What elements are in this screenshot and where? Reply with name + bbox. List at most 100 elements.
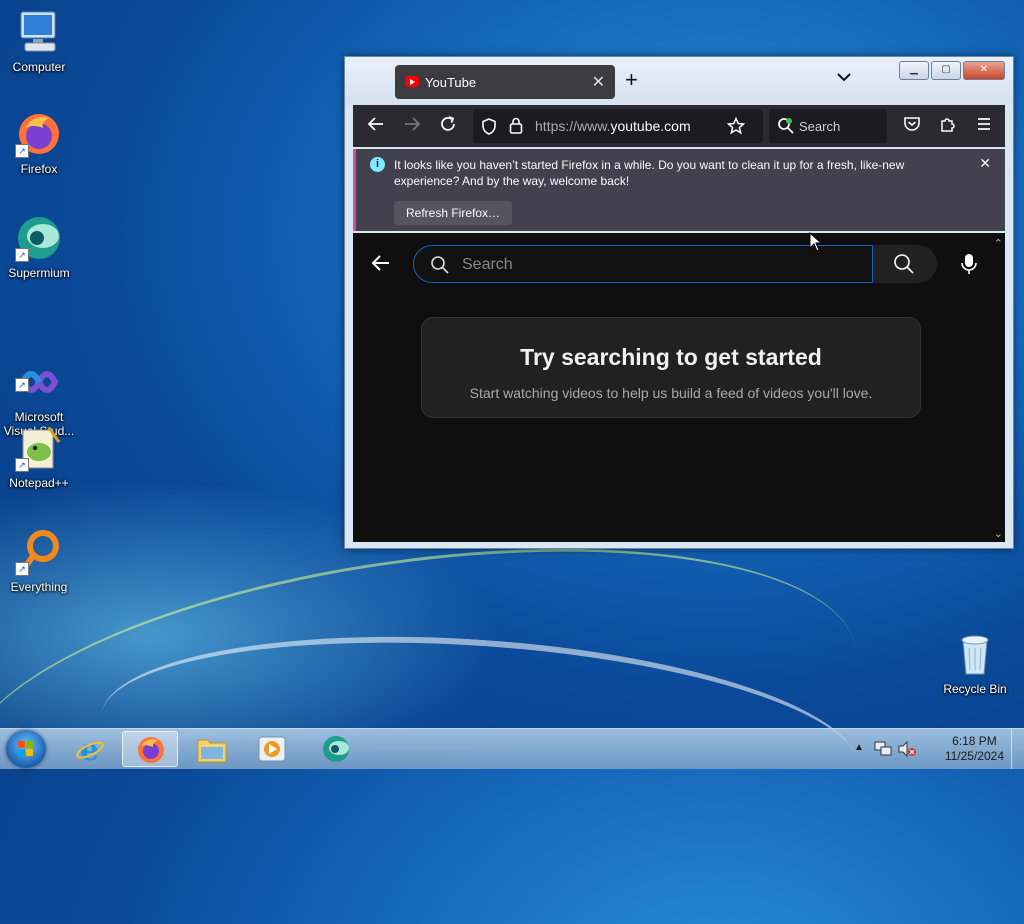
clock-date: 11/25/2024 [944, 749, 1004, 763]
microphone-icon [961, 254, 977, 274]
arrow-left-icon [367, 117, 383, 131]
navigation-toolbar: https://www.youtube.com Search [353, 105, 1005, 147]
taskbar-media-player[interactable] [244, 731, 300, 767]
reload-icon [441, 116, 455, 131]
search-bar[interactable]: Search [769, 109, 887, 143]
show-hidden-icons-chevron-icon[interactable]: ▲ [854, 742, 864, 753]
desktop-icon-label: Recycle Bin [943, 682, 1007, 696]
desktop-icon-recycle-bin[interactable]: Recycle Bin [936, 630, 1014, 696]
back-button[interactable] [367, 115, 385, 138]
clock-time: 6:18 PM [952, 734, 997, 748]
folder-icon [197, 739, 227, 763]
title-bar: YouTube ✕ + ▁ ▢ ✕ [345, 57, 1013, 105]
yt-back-button[interactable] [371, 253, 391, 279]
computer-icon [15, 8, 63, 56]
puzzle-icon [941, 118, 955, 132]
network-icon[interactable] [874, 741, 892, 757]
shortcut-arrow-icon: ↗ [15, 378, 29, 392]
arrow-right-icon [405, 117, 421, 131]
desktop-icon-notepadpp[interactable]: ↗ Notepad++ [0, 424, 78, 490]
info-icon: i [370, 157, 385, 172]
shortcut-arrow-icon: ↗ [15, 458, 29, 472]
yt-search-button[interactable] [873, 245, 937, 283]
volume-muted-icon[interactable] [898, 741, 916, 757]
taskbar-firefox[interactable] [122, 731, 178, 767]
media-player-icon [258, 736, 286, 762]
close-window-button[interactable]: ✕ [963, 61, 1005, 80]
youtube-page: Try searching to get started Start watch… [353, 233, 1005, 542]
maximize-button[interactable]: ▢ [931, 61, 961, 80]
lock-icon[interactable] [509, 117, 523, 134]
shortcut-arrow-icon: ↗ [15, 248, 29, 262]
desktop-icon-everything[interactable]: ↗ Everything [0, 528, 78, 594]
url-text[interactable]: https://www.youtube.com [535, 118, 691, 134]
empty-feed-card: Try searching to get started Start watch… [421, 317, 921, 418]
system-tray: ▲ 6:18 PM 11/25/2024 [854, 729, 1024, 769]
supermium-icon [323, 736, 349, 762]
empty-feed-title: Try searching to get started [520, 344, 822, 370]
arrow-left-icon [371, 255, 389, 271]
youtube-favicon-icon [405, 76, 419, 87]
yt-search-box [413, 245, 873, 283]
notepadpp-icon: ↗ [15, 424, 63, 472]
scroll-up-arrow-icon[interactable]: ⌃ [994, 237, 1003, 250]
show-desktop-button[interactable] [1011, 729, 1024, 769]
minimize-button[interactable]: ▁ [899, 61, 929, 80]
refresh-firefox-button[interactable]: Refresh Firefox… [394, 201, 513, 225]
supermium-icon: ↗ [15, 214, 63, 262]
hamburger-icon [978, 118, 990, 130]
start-button[interactable] [6, 730, 46, 768]
url-bar[interactable]: https://www.youtube.com [473, 109, 763, 143]
empty-feed-subtitle: Start watching videos to help us build a… [469, 385, 873, 401]
everything-icon: ↗ [15, 528, 63, 576]
shortcut-arrow-icon: ↗ [15, 144, 29, 158]
notification-close-icon[interactable]: ✕ [979, 155, 991, 172]
yt-search-input[interactable] [460, 252, 864, 278]
notification-message: It looks like you haven’t started Firefo… [394, 158, 905, 188]
desktop-icon-label: Firefox [20, 162, 58, 176]
chevron-down-icon [837, 73, 851, 82]
pocket-button[interactable] [903, 115, 921, 138]
tab-youtube[interactable]: YouTube ✕ [395, 65, 615, 99]
reload-button[interactable] [439, 115, 457, 138]
desktop-icon-computer[interactable]: Computer [0, 8, 78, 74]
search-icon [894, 254, 914, 274]
tab-close-icon[interactable]: ✕ [592, 72, 605, 92]
desktop-icon-firefox[interactable]: ↗ Firefox [0, 110, 78, 176]
firefox-window: YouTube ✕ + ▁ ▢ ✕ https://www.youtube.co… [344, 56, 1014, 549]
search-engine-icon[interactable] [777, 117, 795, 135]
forward-button[interactable] [403, 115, 421, 138]
search-icon [431, 256, 449, 274]
desktop-icon-label: Notepad++ [9, 476, 69, 490]
extensions-button[interactable] [939, 115, 957, 138]
scroll-down-arrow-icon[interactable]: ⌄ [994, 527, 1003, 540]
bookmark-star-icon[interactable] [727, 117, 745, 135]
taskbar: e ▲ 6:18 PM 11/25/2024 [0, 728, 1024, 769]
desktop-icon-label: Everything [10, 580, 68, 594]
shortcut-arrow-icon: ↗ [15, 562, 29, 576]
desktop-icon-label: Computer [12, 60, 66, 74]
clock[interactable]: 6:18 PM 11/25/2024 [945, 734, 1004, 764]
list-all-tabs-button[interactable] [837, 69, 851, 85]
desktop-icon-supermium[interactable]: ↗ Supermium [0, 214, 78, 280]
firefox-icon: ↗ [15, 110, 63, 158]
internet-explorer-icon: e [76, 734, 104, 764]
taskbar-file-explorer[interactable] [184, 731, 240, 767]
refresh-firefox-notification: i It looks like you haven’t started Fire… [353, 149, 1005, 231]
shield-icon[interactable] [481, 118, 497, 135]
tab-title: YouTube [425, 75, 477, 90]
visual-studio-icon: ↗ [15, 344, 63, 393]
windows-logo-icon [18, 741, 33, 756]
taskbar-internet-explorer[interactable]: e [62, 731, 118, 767]
new-tab-button[interactable]: + [625, 67, 638, 93]
recycle-bin-icon [951, 630, 999, 678]
window-controls: ▁ ▢ ✕ [899, 61, 1005, 80]
yt-voice-search-button[interactable] [951, 247, 987, 283]
firefox-icon [138, 737, 164, 763]
desktop-icon-label: Supermium [8, 266, 70, 280]
mouse-cursor-icon [809, 232, 823, 252]
menu-button[interactable] [975, 115, 993, 138]
pocket-icon [904, 117, 920, 131]
taskbar-supermium[interactable] [308, 731, 364, 767]
search-bar-placeholder: Search [799, 119, 841, 134]
